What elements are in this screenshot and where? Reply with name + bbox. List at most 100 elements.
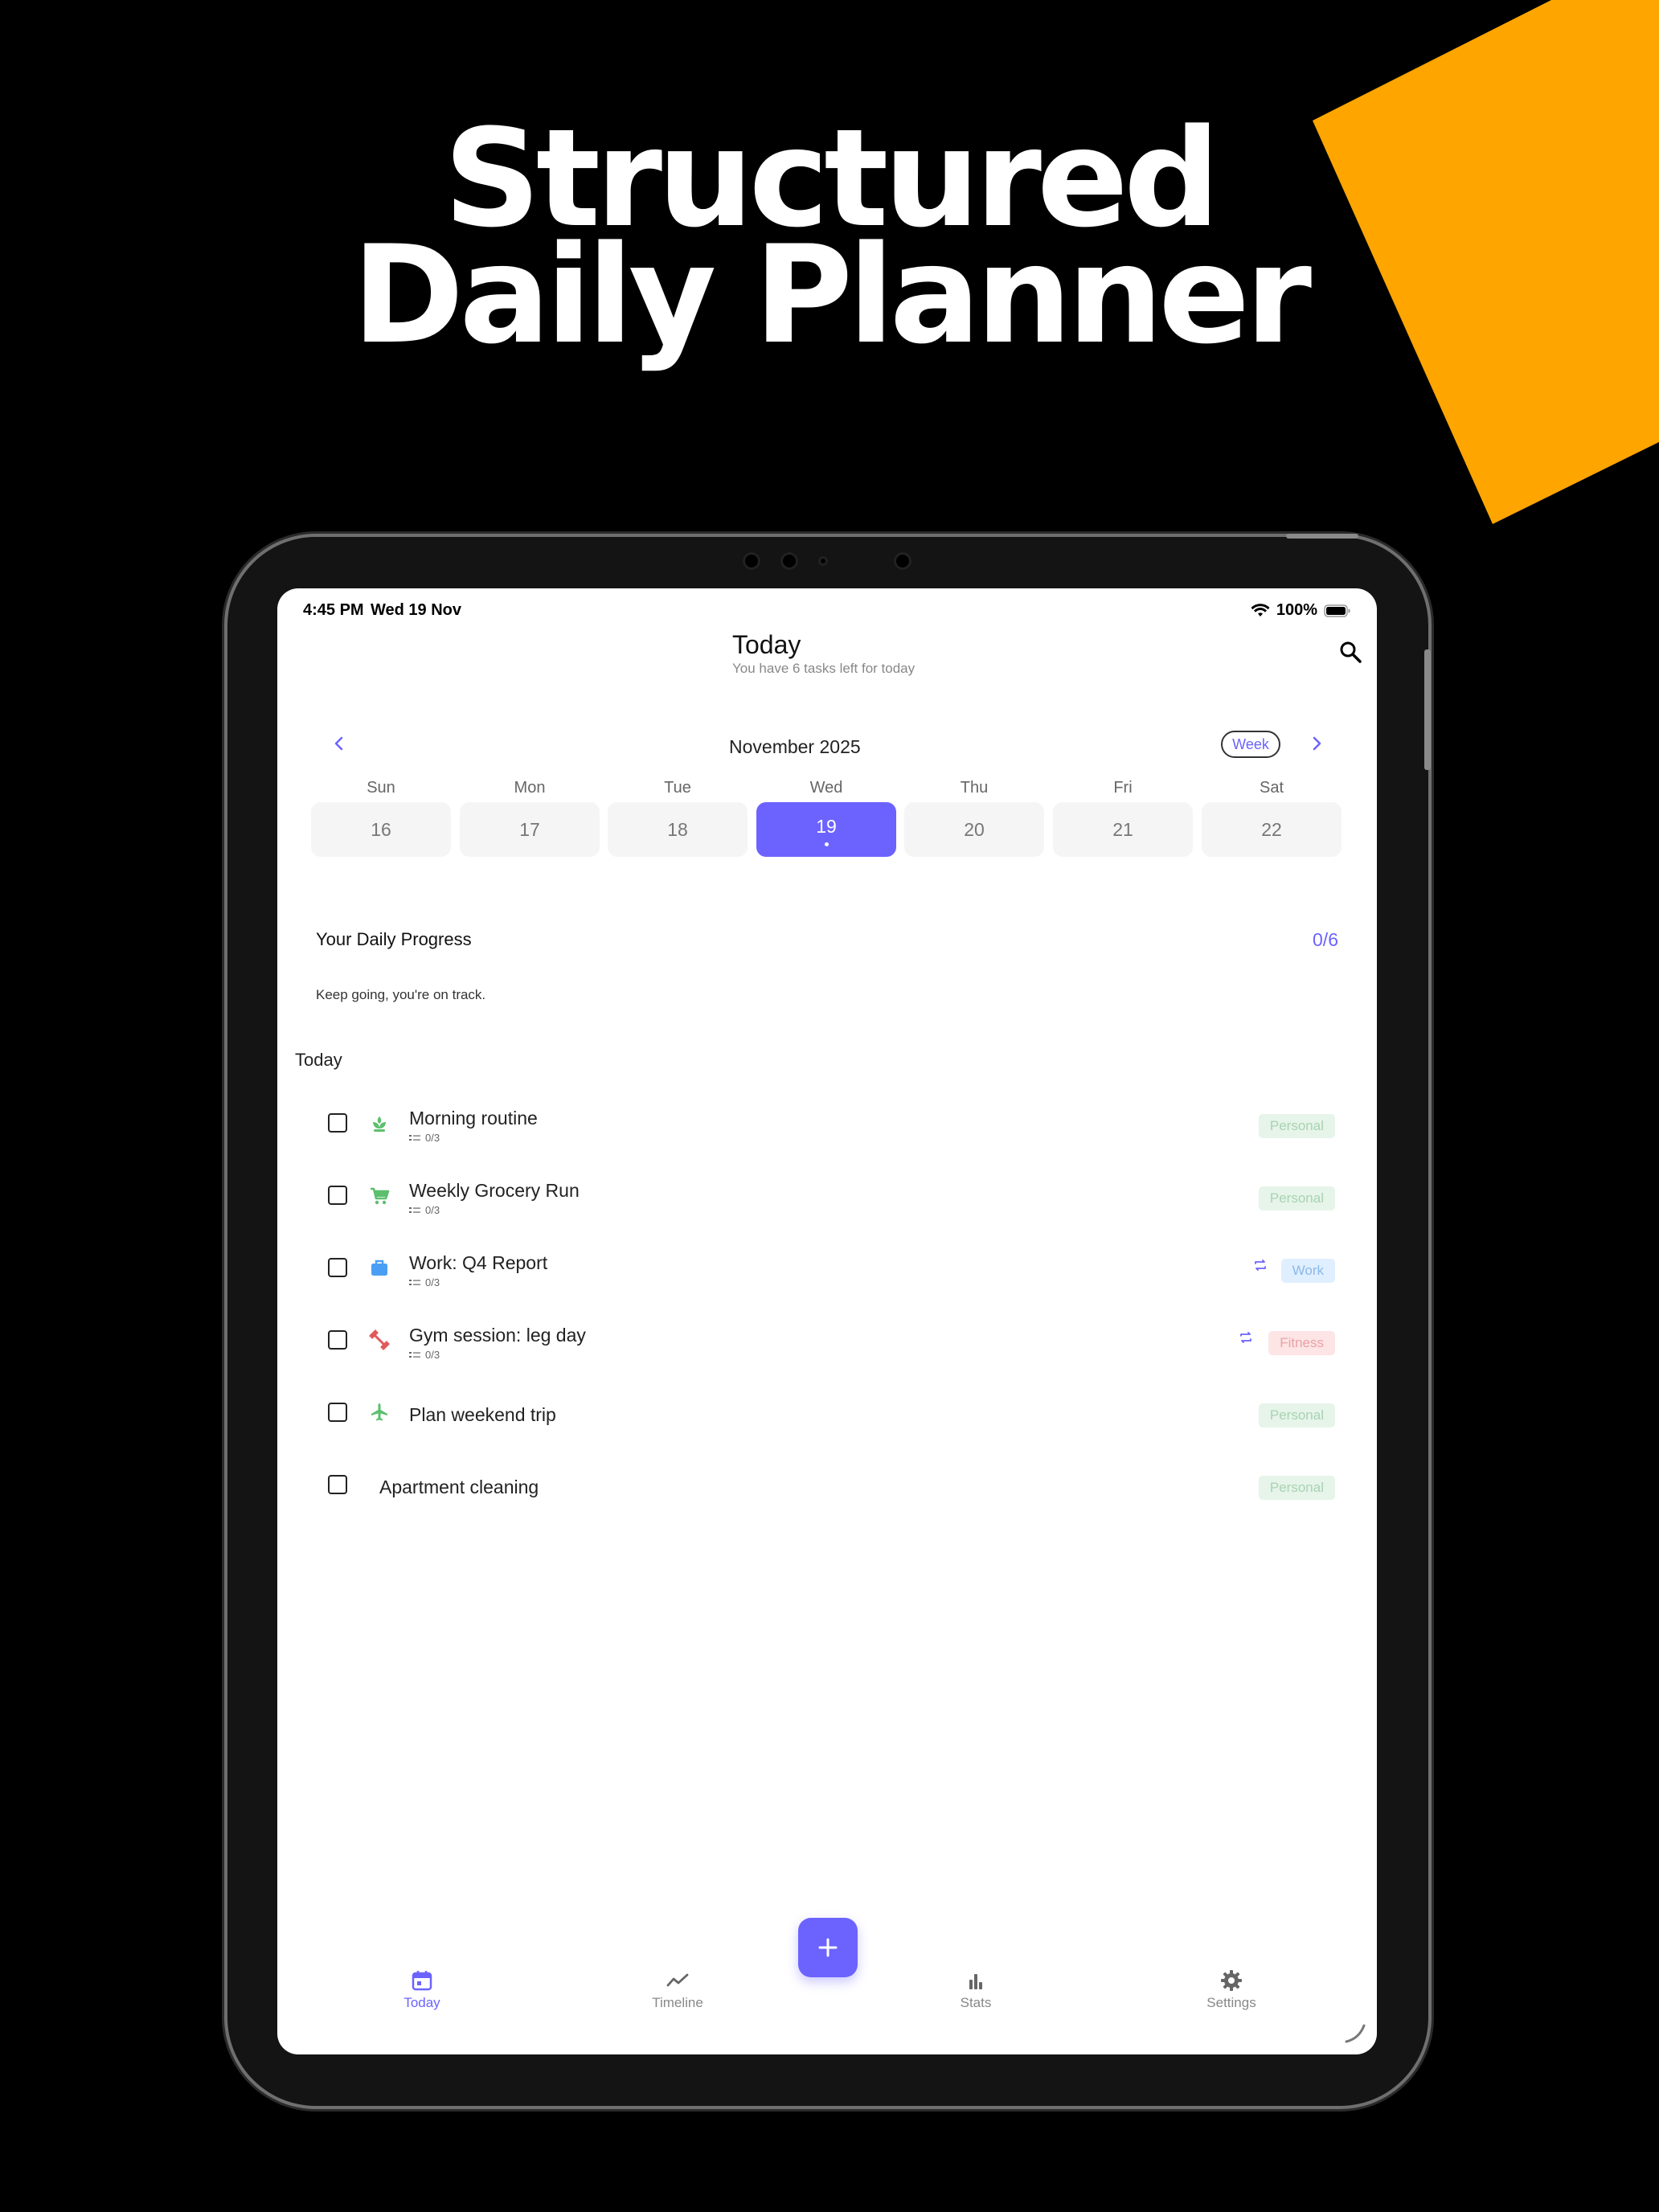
- task-row[interactable]: Work: Q4 Report 0/3 Work: [277, 1231, 1377, 1304]
- task-subtasks: 0/3: [409, 1349, 440, 1361]
- calendar-icon: [412, 1971, 432, 1991]
- checklist-icon: [409, 1351, 420, 1358]
- tab-settings[interactable]: Settings: [1167, 1968, 1296, 2011]
- subtask-count: 0/3: [425, 1132, 440, 1144]
- task-row[interactable]: Apartment cleaning Personal: [277, 1448, 1377, 1521]
- search-icon[interactable]: [1338, 640, 1362, 664]
- task-name: Apartment cleaning: [379, 1477, 539, 1497]
- task-row[interactable]: Weekly Grocery Run 0/3 Personal: [277, 1159, 1377, 1231]
- battery-icon: [1324, 604, 1350, 617]
- resize-corner-icon: [1345, 2024, 1366, 2043]
- page-subtitle: You have 6 tasks left for today: [732, 661, 916, 676]
- headline-line-2: Daily Planner: [351, 216, 1312, 374]
- power-button: [1286, 534, 1358, 539]
- section-title: Today: [295, 1050, 342, 1070]
- cart-icon: [371, 1187, 390, 1205]
- status-date: Wed 19 Nov: [371, 601, 461, 619]
- battery-percent: 100%: [1276, 601, 1317, 619]
- task-checkbox[interactable]: [328, 1113, 347, 1133]
- tag-personal: Personal: [1258, 1114, 1335, 1138]
- weekday-label: Mon: [514, 779, 546, 797]
- camera-sensor: [743, 552, 760, 570]
- weekday-label: Fri: [1113, 779, 1133, 797]
- calendar-day[interactable]: 18: [608, 802, 748, 857]
- status-time: 4:45 PM: [303, 601, 364, 619]
- task-name: Morning routine: [409, 1108, 538, 1129]
- progress-title: Your Daily Progress: [316, 929, 472, 949]
- task-row[interactable]: Morning routine 0/3 Personal: [277, 1087, 1377, 1159]
- progress-message: Keep going, you're on track.: [316, 987, 486, 1002]
- checklist-icon: [409, 1279, 420, 1285]
- weekday-label: Sat: [1259, 779, 1284, 797]
- day-number: 17: [519, 819, 540, 840]
- camera-sensor: [818, 556, 828, 566]
- repeat-icon: [1255, 1260, 1266, 1271]
- tab-timeline[interactable]: Timeline: [613, 1968, 742, 2011]
- tag-fitness: Fitness: [1268, 1331, 1335, 1355]
- task-name: Work: Q4 Report: [409, 1252, 548, 1273]
- checklist-icon: [409, 1206, 420, 1213]
- tab-label: Today: [403, 1995, 440, 2010]
- camera-flash: [894, 552, 911, 570]
- day-number: 18: [667, 819, 688, 840]
- day-number: 20: [964, 819, 985, 840]
- task-checkbox[interactable]: [328, 1403, 347, 1422]
- calendar-day[interactable]: 21: [1053, 802, 1193, 857]
- volume-button: [1424, 649, 1431, 770]
- weekday-label: Tue: [664, 779, 691, 797]
- task-name: Weekly Grocery Run: [409, 1180, 580, 1201]
- task-checkbox[interactable]: [328, 1258, 347, 1277]
- status-bar: 4:45 PM Wed 19 Nov 100%: [303, 596, 1351, 624]
- task-subtasks: 0/3: [409, 1132, 440, 1144]
- wifi-icon: [1251, 603, 1270, 616]
- plus-icon: [818, 1938, 838, 1957]
- day-number: 21: [1112, 819, 1133, 840]
- subtask-count: 0/3: [425, 1349, 440, 1361]
- camera-lens: [780, 552, 798, 570]
- chevron-left-icon[interactable]: [327, 731, 351, 756]
- task-subtasks: 0/3: [409, 1204, 440, 1216]
- page-title: Today: [732, 630, 801, 659]
- tab-label: Settings: [1206, 1995, 1256, 2010]
- task-subtasks: 0/3: [409, 1276, 440, 1288]
- tab-label: Stats: [960, 1995, 992, 2010]
- briefcase-icon: [371, 1260, 387, 1276]
- subtask-count: 0/3: [425, 1204, 440, 1216]
- tab-today[interactable]: Today: [358, 1968, 486, 2011]
- chevron-right-icon[interactable]: [1305, 731, 1329, 756]
- calendar-day-selected[interactable]: 19: [756, 802, 896, 857]
- task-row[interactable]: Gym session: leg day 0/3 Fitness: [277, 1304, 1377, 1376]
- task-row[interactable]: Plan weekend trip Personal: [277, 1376, 1377, 1448]
- tab-stats[interactable]: Stats: [911, 1968, 1040, 2011]
- task-name: Gym session: leg day: [409, 1325, 586, 1346]
- task-checkbox[interactable]: [328, 1186, 347, 1205]
- tag-personal: Personal: [1258, 1403, 1335, 1428]
- app-screen: 4:45 PM Wed 19 Nov 100% Today You have 6…: [277, 588, 1377, 2054]
- task-checkbox[interactable]: [328, 1330, 347, 1350]
- checklist-icon: [409, 1134, 420, 1141]
- day-number: 22: [1261, 819, 1282, 840]
- tag-personal: Personal: [1258, 1476, 1335, 1500]
- task-checkbox[interactable]: [328, 1475, 347, 1494]
- week-view-toggle[interactable]: Week: [1221, 731, 1280, 758]
- repeat-icon: [1240, 1332, 1251, 1343]
- weekday-label: Wed: [809, 779, 843, 797]
- progress-count: 0/6: [1313, 929, 1338, 950]
- weekday-label: Sun: [367, 779, 395, 797]
- airplane-icon: [371, 1403, 387, 1421]
- status-right: 100%: [1251, 601, 1351, 620]
- trend-icon: [666, 1973, 689, 1987]
- gear-icon: [1221, 1970, 1242, 1991]
- calendar-month: November 2025: [729, 736, 861, 757]
- weekday-label: Thu: [960, 779, 989, 797]
- tag-work: Work: [1280, 1259, 1335, 1283]
- bar-chart-icon: [969, 1974, 982, 1989]
- calendar-day[interactable]: 17: [460, 802, 600, 857]
- tab-label: Timeline: [652, 1995, 703, 2010]
- calendar-day[interactable]: 16: [311, 802, 451, 857]
- calendar-day[interactable]: 22: [1202, 802, 1342, 857]
- today-dot: [825, 842, 829, 846]
- calendar-day[interactable]: 20: [904, 802, 1044, 857]
- add-task-button[interactable]: [798, 1918, 858, 1977]
- day-number: 19: [816, 816, 837, 837]
